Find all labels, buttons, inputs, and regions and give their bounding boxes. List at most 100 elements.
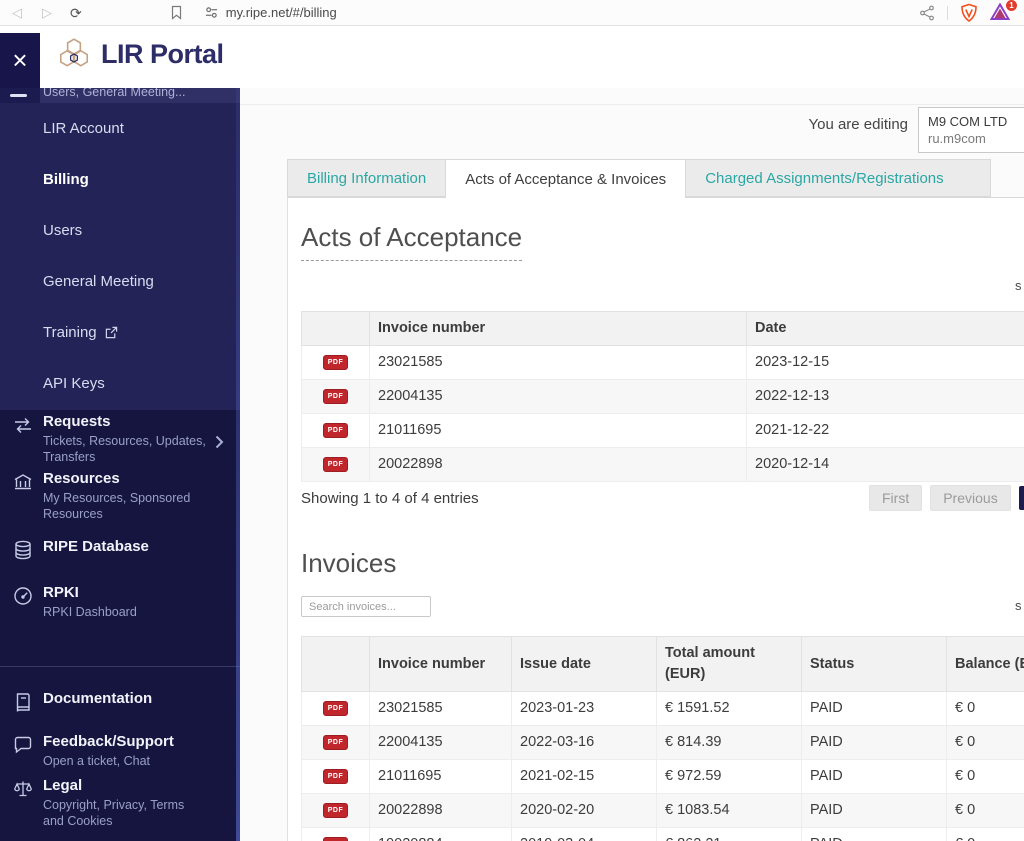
invoice-row: PDF 23021585 2023-01-23 € 1591.52 PAID €…	[301, 691, 1024, 726]
nav-title: Resources	[43, 470, 120, 487]
pdf-download-icon[interactable]: PDF	[323, 457, 348, 472]
pdf-download-icon[interactable]: PDF	[323, 423, 348, 438]
transfer-icon	[12, 414, 34, 441]
extension-icon[interactable]: 1	[989, 0, 1018, 23]
chevron-right-icon[interactable]	[215, 435, 224, 454]
sidebar-icon-rail	[0, 88, 40, 103]
billing-tabs: Billing Information Acts of Acceptance &…	[287, 159, 991, 198]
sidebar-item-feedback-support[interactable]: Feedback/Support Open a ticket, Chat	[0, 733, 240, 769]
status-cell: PAID	[801, 827, 947, 841]
invoices-total-column-header[interactable]: Total amount (EUR)	[656, 636, 802, 692]
sidebar-item-label: Users	[43, 222, 83, 239]
total-amount-cell: € 1591.52	[656, 691, 802, 726]
nav-title: RPKI	[43, 584, 79, 601]
nav-title: Legal	[43, 777, 83, 794]
nav-title: Requests	[43, 413, 111, 430]
pagination-first-button[interactable]: First	[869, 485, 923, 511]
invoices-invoice-column-header[interactable]: Invoice number	[369, 636, 512, 692]
tab-charged-assignments[interactable]: Charged Assignments/Registrations	[686, 159, 991, 197]
sidebar-divider	[0, 666, 240, 667]
scales-icon	[12, 778, 34, 805]
sidebar-item-legal[interactable]: Legal Copyright, Privacy, Terms and Cook…	[0, 777, 240, 829]
invoice-number-cell: 21011695	[369, 759, 512, 794]
browser-reload-icon[interactable]: ⟳	[70, 6, 82, 20]
invoices-header-row: Invoice number Issue date Total amount (…	[301, 636, 1024, 692]
sidebar-item-general-meeting[interactable]: General Meeting	[0, 256, 240, 307]
invoices-search-input[interactable]	[301, 596, 431, 617]
menu-icon-fragment	[10, 94, 27, 97]
book-icon	[12, 691, 34, 718]
tab-panel: Acts of Acceptance s Invoice number Date…	[287, 197, 1024, 841]
balance-cell: € 0	[946, 827, 1024, 841]
invoice-row: PDF 20022898 2020-02-20 € 1083.54 PAID €…	[301, 793, 1024, 828]
invoice-row: PDF 19020884 2019-03-04 € 862.21 PAID € …	[301, 827, 1024, 841]
sidebar-item-ripe-database[interactable]: RIPE Database	[0, 538, 240, 560]
pdf-download-icon[interactable]: PDF	[323, 837, 348, 841]
sidebar-item-rpki[interactable]: RPKI RPKI Dashboard	[0, 584, 240, 620]
org-id: ru.m9com	[928, 131, 986, 146]
url-bar[interactable]: my.ripe.net/#/billing	[205, 5, 919, 20]
acts-date-column-header[interactable]: Date	[746, 311, 1024, 346]
status-cell: PAID	[801, 725, 947, 760]
pagination-page-1-button[interactable]: 1	[1018, 486, 1024, 510]
sidebar-item-documentation[interactable]: Documentation	[0, 690, 240, 712]
acts-row: PDF 22004135 2022-12-13	[301, 379, 1024, 414]
pdf-download-icon[interactable]: PDF	[323, 803, 348, 818]
invoice-number-cell: 22004135	[369, 725, 512, 760]
acts-invoice-column-header[interactable]: Invoice number	[369, 311, 747, 346]
sidebar-item-requests[interactable]: Requests Tickets, Resources, Updates, Tr…	[0, 413, 240, 465]
invoices-issue-date-column-header[interactable]: Issue date	[511, 636, 657, 692]
invoice-number-cell: 20022898	[369, 447, 747, 482]
invoices-status-column-header[interactable]: Status	[801, 636, 947, 692]
app-logo[interactable]: LIR Portal	[56, 37, 224, 71]
issue-date-cell: 2019-03-04	[511, 827, 657, 841]
invoices-balance-column-header[interactable]: Balance (EUR)	[946, 636, 1024, 692]
pdf-cell: PDF	[301, 691, 370, 726]
sidebar-main-menu: Requests Tickets, Resources, Updates, Tr…	[0, 410, 240, 841]
sidebar-item-label: General Meeting	[43, 273, 154, 290]
pdf-download-icon[interactable]: PDF	[323, 701, 348, 716]
invoices-icon-column-header	[301, 636, 370, 692]
brave-shield-icon[interactable]	[960, 3, 978, 23]
sidebar-item-training[interactable]: Training	[0, 307, 240, 358]
pdf-cell: PDF	[301, 725, 370, 760]
tab-billing-information[interactable]: Billing Information	[287, 159, 447, 197]
sidebar-overflow-item[interactable]: Users, General Meeting...	[0, 88, 240, 103]
sidebar-item-label: Training	[43, 324, 97, 341]
browser-back-icon[interactable]: ◁	[12, 6, 22, 19]
pdf-download-icon[interactable]: PDF	[323, 735, 348, 750]
share-icon[interactable]	[919, 5, 935, 21]
status-cell: PAID	[801, 691, 947, 726]
sidebar-item-lir-account[interactable]: LIR Account	[0, 103, 240, 154]
chat-icon	[12, 734, 34, 761]
issue-date-cell: 2021-02-15	[511, 759, 657, 794]
bookmark-icon[interactable]	[170, 5, 183, 20]
total-amount-cell: € 814.39	[656, 725, 802, 760]
nav-subtitle: My Resources, Sponsored Resources	[43, 491, 191, 521]
nav-subtitle: RPKI Dashboard	[43, 605, 137, 619]
invoices-table: Invoice number Issue date Total amount (…	[301, 636, 1024, 841]
pdf-download-icon[interactable]: PDF	[323, 389, 348, 404]
tab-acts-invoices[interactable]: Acts of Acceptance & Invoices	[446, 159, 687, 198]
sidebar-item-billing[interactable]: Billing	[0, 154, 240, 205]
date-cell: 2022-12-13	[746, 379, 1024, 414]
invoice-row: PDF 21011695 2021-02-15 € 972.59 PAID € …	[301, 759, 1024, 794]
pdf-download-icon[interactable]: PDF	[323, 769, 348, 784]
date-cell: 2020-12-14	[746, 447, 1024, 482]
close-menu-button[interactable]: ×	[0, 33, 40, 88]
acts-entries-summary: Showing 1 to 4 of 4 entries	[301, 490, 479, 507]
invoices-search-label-cut: s	[1015, 598, 1022, 613]
pdf-download-icon[interactable]: PDF	[323, 355, 348, 370]
pdf-cell: PDF	[301, 447, 370, 482]
sidebar: Users, General Meeting... LIR Account Bi…	[0, 88, 240, 841]
org-selector[interactable]: M9 COM LTD ru.m9com	[918, 107, 1024, 153]
toolbar-divider	[947, 5, 948, 20]
pdf-cell: PDF	[301, 827, 370, 841]
sidebar-item-resources[interactable]: Resources My Resources, Sponsored Resour…	[0, 470, 240, 522]
browser-forward-icon[interactable]: ▷	[42, 6, 52, 19]
sidebar-item-api-keys[interactable]: API Keys	[0, 358, 240, 409]
pagination-previous-button[interactable]: Previous	[930, 485, 1011, 511]
acts-table: Invoice number Date PDF 23021585 2023-12…	[301, 311, 1024, 482]
main-content: You are editing M9 COM LTD ru.m9com Bill…	[240, 88, 1024, 841]
sidebar-item-users[interactable]: Users	[0, 205, 240, 256]
